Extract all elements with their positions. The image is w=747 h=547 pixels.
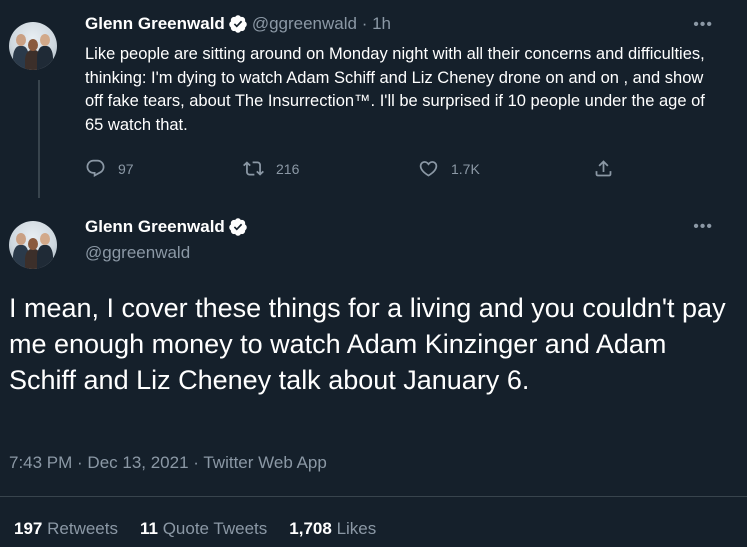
author-name-row: Glenn Greenwald [85, 217, 252, 237]
retweet-icon [243, 161, 264, 176]
author-name[interactable]: Glenn Greenwald [85, 14, 225, 34]
author-name[interactable]: Glenn Greenwald [85, 217, 225, 237]
share-icon [595, 160, 612, 177]
like-icon [419, 161, 438, 177]
likes-count: 1,708 [289, 519, 332, 538]
tweet-header: Glenn Greenwald @ggreenwald · 1h [85, 14, 391, 34]
like-button[interactable]: 1.7K [418, 158, 480, 179]
tweet-stats: 197 Retweets 11 Quote Tweets 1,708 Likes [14, 519, 376, 539]
thread-line [38, 80, 40, 198]
reply-count: 97 [118, 160, 134, 177]
more-icon[interactable]: ••• [693, 218, 713, 236]
tweet-time[interactable]: 1h [372, 14, 391, 34]
share-button[interactable] [593, 158, 626, 179]
divider [0, 496, 747, 497]
likes-label: Likes [336, 519, 377, 538]
avatar[interactable] [9, 22, 57, 70]
avatar[interactable] [9, 221, 57, 269]
reply-button[interactable]: 97 [85, 158, 134, 179]
quote-tweets-stat[interactable]: 11 Quote Tweets [140, 519, 267, 539]
tweet-timestamp[interactable]: 7:43 PM · Dec 13, 2021 · Twitter Web App [9, 453, 327, 473]
quotes-count: 11 [139, 519, 158, 538]
verified-badge-icon [229, 15, 247, 33]
like-count: 1.7K [451, 160, 480, 177]
tweet-text: Like people are sitting around on Monday… [85, 45, 705, 134]
retweet-button[interactable]: 216 [243, 158, 299, 179]
likes-stat[interactable]: 1,708 Likes [289, 519, 376, 539]
separator-dot: · [356, 14, 373, 33]
author-handle[interactable]: @ggreenwald [252, 14, 357, 34]
tweet-text: I mean, I cover these things for a livin… [9, 293, 726, 395]
retweet-count: 216 [276, 160, 300, 177]
reply-icon [86, 159, 105, 177]
more-icon[interactable]: ••• [693, 16, 713, 34]
author-handle[interactable]: @ggreenwald [85, 243, 190, 263]
verified-badge-icon [229, 218, 247, 236]
retweets-label: Retweets [47, 519, 118, 538]
retweets-count: 197 [14, 519, 43, 538]
tweet-actions: 97 216 1.7K [85, 158, 625, 182]
quotes-label: Quote Tweets [162, 519, 268, 538]
retweets-stat[interactable]: 197 Retweets [14, 519, 118, 539]
